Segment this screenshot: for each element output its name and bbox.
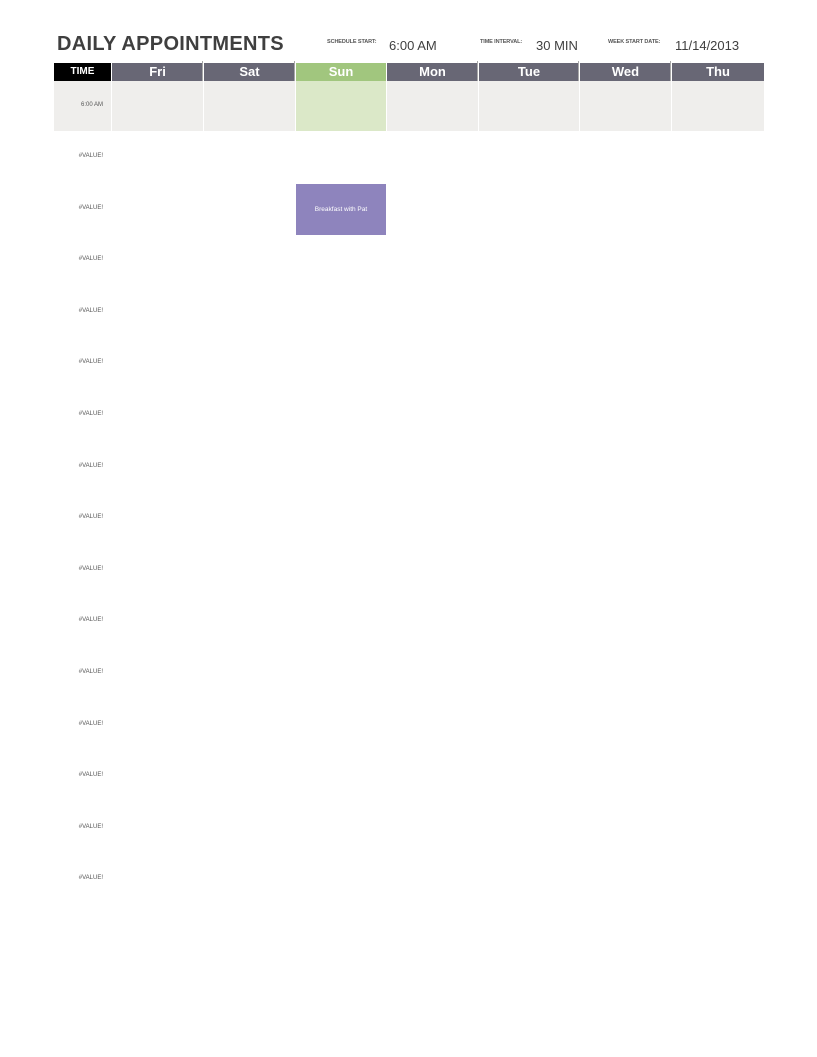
- time-interval-value[interactable]: 30 MIN: [536, 38, 578, 53]
- week-start-value[interactable]: 11/14/2013: [675, 38, 739, 53]
- time-label: #VALUE!: [78, 462, 103, 469]
- schedule-start-value[interactable]: 6:00 AM: [389, 38, 437, 53]
- day-header-label: Sun: [328, 64, 354, 79]
- slot-cell-tue[interactable]: [479, 81, 579, 131]
- time-cell: 6:00 AM: [54, 81, 111, 131]
- time-label: #VALUE!: [78, 307, 103, 314]
- column-divider: [202, 61, 203, 81]
- time-label: #VALUE!: [78, 772, 103, 779]
- slot-cell-sat[interactable]: [204, 81, 295, 131]
- day-header-thu: Thu: [672, 63, 764, 81]
- day-header-label: Fri: [149, 64, 166, 79]
- day-header-label: Mon: [419, 64, 446, 79]
- time-column-header: TIME: [54, 63, 111, 81]
- time-label: #VALUE!: [78, 875, 103, 882]
- day-header-mon: Mon: [387, 61, 478, 81]
- day-header-fri: Fri: [112, 61, 203, 81]
- column-divider: [477, 61, 478, 81]
- day-header-label: Wed: [611, 64, 640, 79]
- schedule-start-label: SCHEDULE START:: [327, 39, 377, 45]
- day-header-label: Tue: [517, 64, 541, 79]
- time-label: #VALUE!: [78, 617, 103, 624]
- time-interval-label: TIME INTERVAL:: [480, 39, 523, 45]
- slot-cell-mon[interactable]: [387, 81, 478, 131]
- time-label: #VALUE!: [78, 204, 103, 211]
- column-divider: [670, 61, 671, 81]
- column-divider: [294, 61, 295, 81]
- week-start-label: WEEK START DATE:: [608, 39, 661, 45]
- time-label: #VALUE!: [78, 720, 103, 727]
- time-label: #VALUE!: [78, 411, 103, 417]
- column-divider: [578, 61, 579, 81]
- time-label: #VALUE!: [78, 669, 103, 675]
- day-header-sun: Sun: [296, 63, 386, 81]
- day-header-wed: Wed: [580, 61, 671, 81]
- day-header-sat: Sat: [204, 61, 295, 81]
- time-label: #VALUE!: [78, 823, 103, 830]
- day-header-label: Thu: [706, 64, 730, 79]
- time-label: #VALUE!: [78, 514, 103, 521]
- slot-cell-thu[interactable]: [672, 81, 764, 131]
- slot-cell-wed[interactable]: [580, 81, 671, 131]
- time-label: #VALUE!: [78, 153, 103, 159]
- slot-cell-fri[interactable]: [112, 81, 203, 131]
- day-header-tue: Tue: [479, 61, 579, 81]
- slot-cell-sun[interactable]: [296, 81, 386, 131]
- time-label: #VALUE!: [78, 256, 103, 263]
- day-header-label: Sat: [239, 64, 260, 79]
- page-title: DAILY APPOINTMENTS: [57, 33, 284, 55]
- time-label: #VALUE!: [78, 359, 103, 366]
- time-label: #VALUE!: [78, 565, 103, 572]
- time-label-first: 6:00 AM: [80, 102, 103, 108]
- event-breakfast-with-pat[interactable]: Breakfast with Pat: [296, 184, 386, 235]
